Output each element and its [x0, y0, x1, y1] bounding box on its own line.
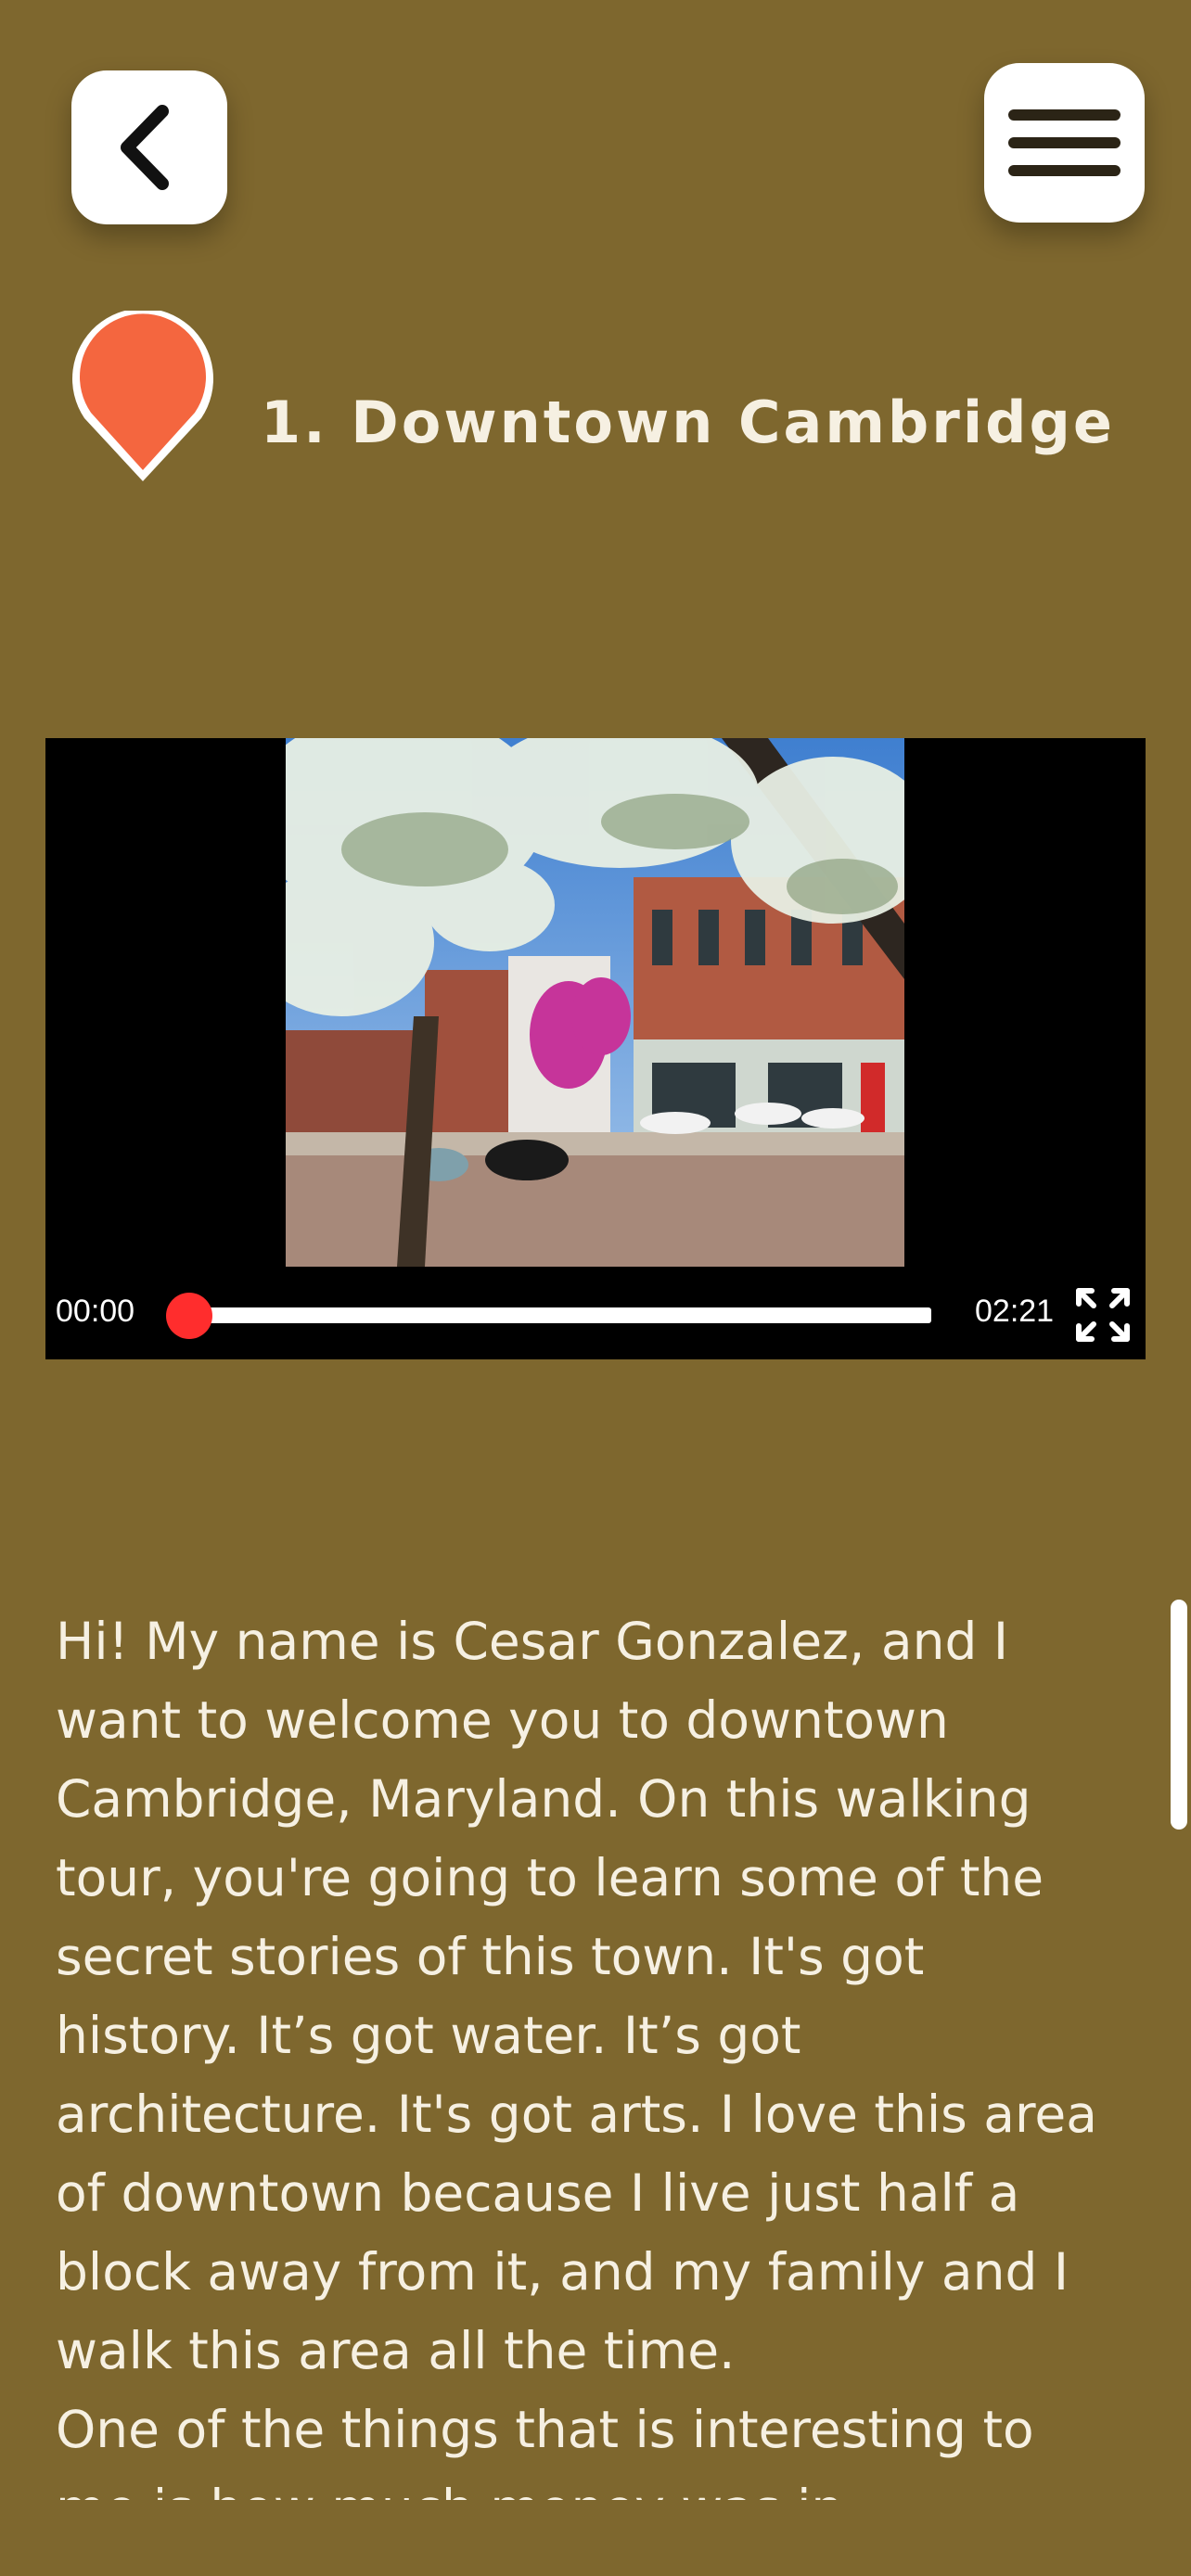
- current-time: 00:00: [56, 1294, 135, 1329]
- video-thumbnail: [286, 738, 904, 1267]
- video-controls: 00:00 02:21: [45, 1267, 1146, 1359]
- total-time: 02:21: [975, 1294, 1055, 1329]
- video-player[interactable]: 00:00 02:21: [45, 738, 1146, 1359]
- progress-track[interactable]: [189, 1307, 931, 1323]
- transcript-paragraph: One of the things that is interesting to…: [56, 2400, 1034, 2500]
- transcript-text: Hi! My name is Cesar Gonzalez, and I wan…: [56, 1602, 1122, 2500]
- chevron-left-icon: [121, 105, 169, 190]
- fullscreen-icon[interactable]: [1073, 1285, 1133, 1345]
- menu-button[interactable]: [984, 63, 1145, 223]
- seek-handle[interactable]: [166, 1293, 212, 1339]
- transcript-paragraph: Hi! My name is Cesar Gonzalez, and I wan…: [56, 1612, 1097, 2380]
- hamburger-menu-icon: [1008, 109, 1121, 176]
- map-pin-icon: [72, 311, 213, 481]
- stop-header: 1. Downtown Cambridge: [69, 311, 1135, 487]
- scrollbar[interactable]: [1171, 1600, 1187, 1830]
- stop-title: 1. Downtown Cambridge: [261, 389, 1115, 456]
- back-button[interactable]: [71, 70, 227, 224]
